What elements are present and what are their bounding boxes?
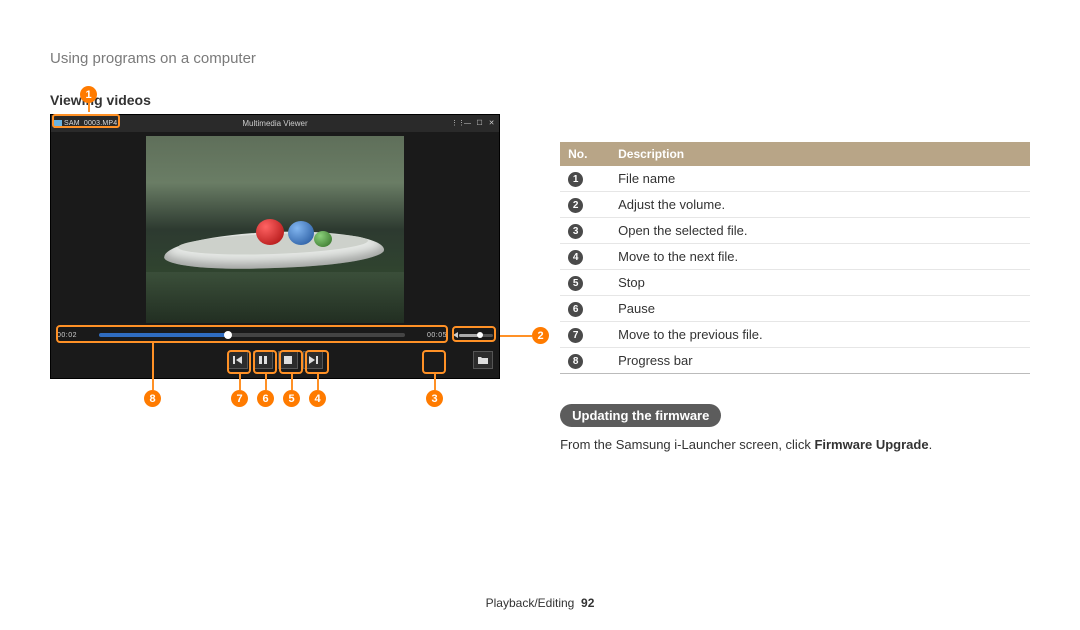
table-row: 6Pause: [560, 296, 1030, 322]
callout-highlight-filename: [52, 114, 120, 128]
callout-5: 5: [283, 390, 300, 407]
callout-highlight-prev: [227, 350, 251, 374]
callout-3: 3: [426, 390, 443, 407]
maximize-icon[interactable]: ☐: [475, 119, 484, 128]
firmware-instruction: From the Samsung i-Launcher screen, clic…: [560, 435, 1030, 455]
description-table: No. Description 1File name 2Adjust the v…: [560, 142, 1030, 374]
table-row: 3Open the selected file.: [560, 218, 1030, 244]
section-title-viewing: Viewing videos: [50, 92, 510, 108]
table-header-desc: Description: [610, 142, 1030, 166]
close-icon[interactable]: ✕: [487, 119, 496, 128]
callout-highlight-volume: [452, 326, 496, 342]
callout-4: 4: [309, 390, 326, 407]
table-row: 5Stop: [560, 270, 1030, 296]
video-canvas: [146, 136, 404, 323]
table-row: 2Adjust the volume.: [560, 192, 1030, 218]
callout-6: 6: [257, 390, 274, 407]
breadcrumb: Using programs on a computer: [50, 50, 1030, 67]
callout-highlight-progress: [56, 325, 448, 343]
callout-leader-3: [434, 373, 436, 390]
callout-highlight-next: [305, 350, 329, 374]
table-row: 7Move to the previous file.: [560, 322, 1030, 348]
section-pill-firmware: Updating the firmware: [560, 404, 721, 427]
callout-highlight-open: [422, 350, 446, 374]
callout-leader-5: [291, 373, 293, 390]
callout-highlight-pause: [253, 350, 277, 374]
callout-leader-6: [265, 373, 267, 390]
callout-highlight-stop: [279, 350, 303, 374]
callout-leader-8: [152, 343, 154, 390]
callout-leader-7: [239, 373, 241, 390]
table-row: 8Progress bar: [560, 348, 1030, 374]
prefs-icon[interactable]: ⋮⋮: [451, 119, 460, 128]
minimize-icon[interactable]: —: [463, 119, 472, 128]
callout-leader-1: [88, 102, 90, 112]
callout-leader-4: [317, 373, 319, 390]
callout-1: 1: [80, 86, 97, 103]
table-row: 4Move to the next file.: [560, 244, 1030, 270]
page-footer: Playback/Editing 92: [0, 596, 1080, 610]
table-header-no: No.: [560, 142, 610, 166]
callout-2: 2: [532, 327, 549, 344]
table-row: 1File name: [560, 166, 1030, 192]
callout-8: 8: [144, 390, 161, 407]
open-file-button[interactable]: [473, 351, 493, 369]
callout-7: 7: [231, 390, 248, 407]
callout-leader-2: [500, 335, 532, 337]
